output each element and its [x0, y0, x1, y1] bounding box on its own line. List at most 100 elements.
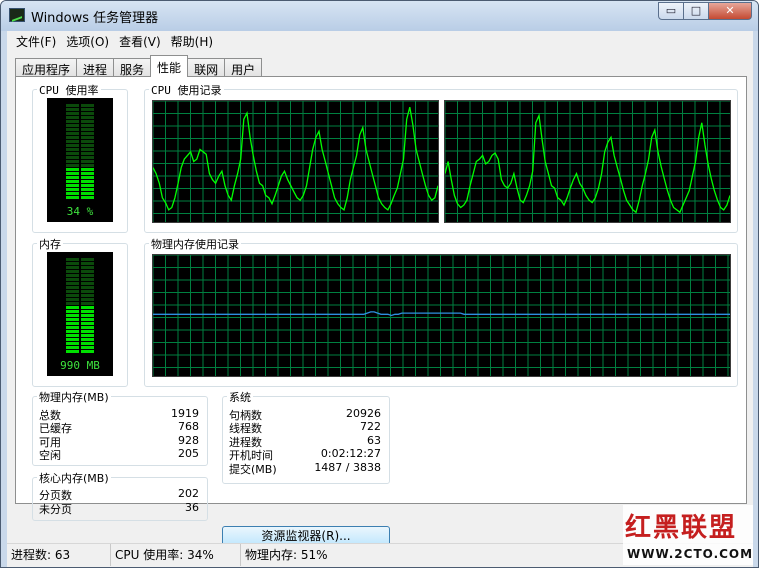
stat-row: 线程数 722 — [229, 420, 381, 435]
meter-segment-on — [81, 168, 94, 171]
task-manager-icon — [9, 8, 25, 22]
meter-segment-on — [81, 342, 94, 345]
meter-segment-off — [66, 144, 79, 147]
close-button[interactable]: ✕ — [708, 2, 752, 20]
meter-segment-off — [81, 298, 94, 301]
stat-value: 928 — [178, 434, 199, 447]
kernel-memory-group: 核心内存(MB) 分页数 202 未分页 36 — [32, 470, 208, 521]
meter-segment-off — [81, 132, 94, 135]
meter-segment-off — [81, 152, 94, 155]
meter-segment-on — [66, 188, 79, 191]
meter-segment-off — [66, 140, 79, 143]
meter-segment-off — [81, 148, 94, 151]
meter-segment-on — [66, 330, 79, 333]
cpu-history-graph-core-2 — [444, 100, 731, 223]
tab-strip: 应用程序 进程 服务 性能 联网 用户 — [15, 55, 263, 77]
meter-segment-on — [66, 326, 79, 329]
meter-segment-off — [66, 112, 79, 115]
stat-row: 可用 928 — [39, 434, 199, 449]
meter-segment-off — [81, 160, 94, 163]
meter-segment-off — [81, 262, 94, 265]
stat-row: 未分页 36 — [39, 501, 199, 516]
meter-segment-off — [66, 136, 79, 139]
meter-segment-off — [81, 156, 94, 159]
meter-segment-on — [81, 192, 94, 195]
meter-segment-on — [66, 338, 79, 341]
stat-row: 分页数 202 — [39, 487, 199, 502]
tab-processes[interactable]: 进程 — [76, 58, 115, 77]
stat-value: 205 — [178, 447, 199, 460]
tab-services[interactable]: 服务 — [113, 58, 152, 77]
stat-name: 开机时间 — [229, 449, 273, 462]
memory-history-group: 物理内存使用记录 — [144, 236, 738, 387]
meter-segment-off — [66, 120, 79, 123]
meter-segment-off — [81, 144, 94, 147]
system-label: 系统 — [227, 389, 253, 405]
memory-meter: 990 MB — [47, 252, 113, 376]
stat-name: 提交(MB) — [229, 463, 277, 476]
meter-segment-off — [66, 258, 79, 261]
tab-users[interactable]: 用户 — [224, 58, 263, 77]
meter-segment-off — [66, 108, 79, 111]
cpu-usage-label: CPU 使用率 — [37, 82, 101, 98]
meter-segment-on — [66, 334, 79, 337]
meter-segment-on — [66, 184, 79, 187]
tab-performance[interactable]: 性能 — [150, 55, 189, 77]
window-controls: ▭ □ ✕ — [658, 2, 752, 20]
stat-name: 未分页 — [39, 503, 72, 516]
menu-help[interactable]: 帮助(H) — [166, 31, 218, 51]
meter-segment-on — [66, 310, 79, 313]
meter-segment-on — [81, 176, 94, 179]
memory-history-chart — [153, 255, 730, 376]
stat-value: 722 — [360, 420, 381, 433]
menu-options[interactable]: 选项(O) — [61, 31, 114, 51]
cpu-core-1-line — [153, 106, 438, 212]
stat-name: 已缓存 — [39, 422, 72, 435]
kernel-memory-label: 核心内存(MB) — [37, 470, 111, 486]
stat-name: 空闲 — [39, 449, 61, 462]
menu-file[interactable]: 文件(F) — [11, 31, 61, 51]
meter-segment-on — [66, 350, 79, 353]
meter-segment-off — [66, 156, 79, 159]
minimize-button[interactable]: ▭ — [658, 2, 684, 20]
meter-segment-off — [66, 294, 79, 297]
status-processes: 进程数: 63 — [7, 544, 111, 566]
meter-segment-off — [81, 120, 94, 123]
title-bar[interactable]: Windows 任务管理器 ▭ □ ✕ — [1, 1, 758, 31]
meter-segment-on — [66, 306, 79, 309]
stat-value: 768 — [178, 420, 199, 433]
task-manager-window: Windows 任务管理器 ▭ □ ✕ 文件(F) 选项(O) 查看(V) 帮助… — [0, 0, 759, 568]
stat-row: 总数 1919 — [39, 407, 199, 422]
meter-segment-off — [81, 266, 94, 269]
meter-segment-off — [81, 116, 94, 119]
stat-row: 句柄数 20926 — [229, 407, 381, 422]
meter-segment-off — [81, 140, 94, 143]
maximize-button[interactable]: □ — [683, 2, 709, 20]
memory-history-label: 物理内存使用记录 — [149, 236, 241, 252]
cpu-usage-group: CPU 使用率 34 % — [32, 82, 128, 233]
stat-value: 202 — [178, 487, 199, 500]
menu-view[interactable]: 查看(V) — [114, 31, 166, 51]
meter-segment-off — [66, 262, 79, 265]
meter-segment-off — [81, 302, 94, 305]
stat-value: 63 — [367, 434, 381, 447]
meter-segment-off — [81, 282, 94, 285]
stat-value: 36 — [185, 501, 199, 514]
meter-segment-off — [66, 270, 79, 273]
meter-segment-on — [66, 196, 79, 199]
meter-segment-on — [66, 180, 79, 183]
meter-segment-off — [66, 266, 79, 269]
memory-label: 内存 — [37, 236, 63, 252]
tab-applications[interactable]: 应用程序 — [15, 58, 78, 77]
watermark-url: WWW.2CTO.COM — [627, 547, 754, 561]
meter-segment-off — [66, 278, 79, 281]
meter-segment-on — [81, 188, 94, 191]
stat-value: 0:02:12:27 — [320, 447, 381, 460]
meter-segment-off — [66, 160, 79, 163]
meter-segment-off — [66, 298, 79, 301]
meter-segment-off — [81, 290, 94, 293]
status-physical-memory: 物理内存: 51% — [245, 548, 328, 562]
watermark-title: 红黑联盟 — [625, 513, 738, 543]
tab-networking[interactable]: 联网 — [187, 58, 226, 77]
meter-segment-on — [81, 310, 94, 313]
